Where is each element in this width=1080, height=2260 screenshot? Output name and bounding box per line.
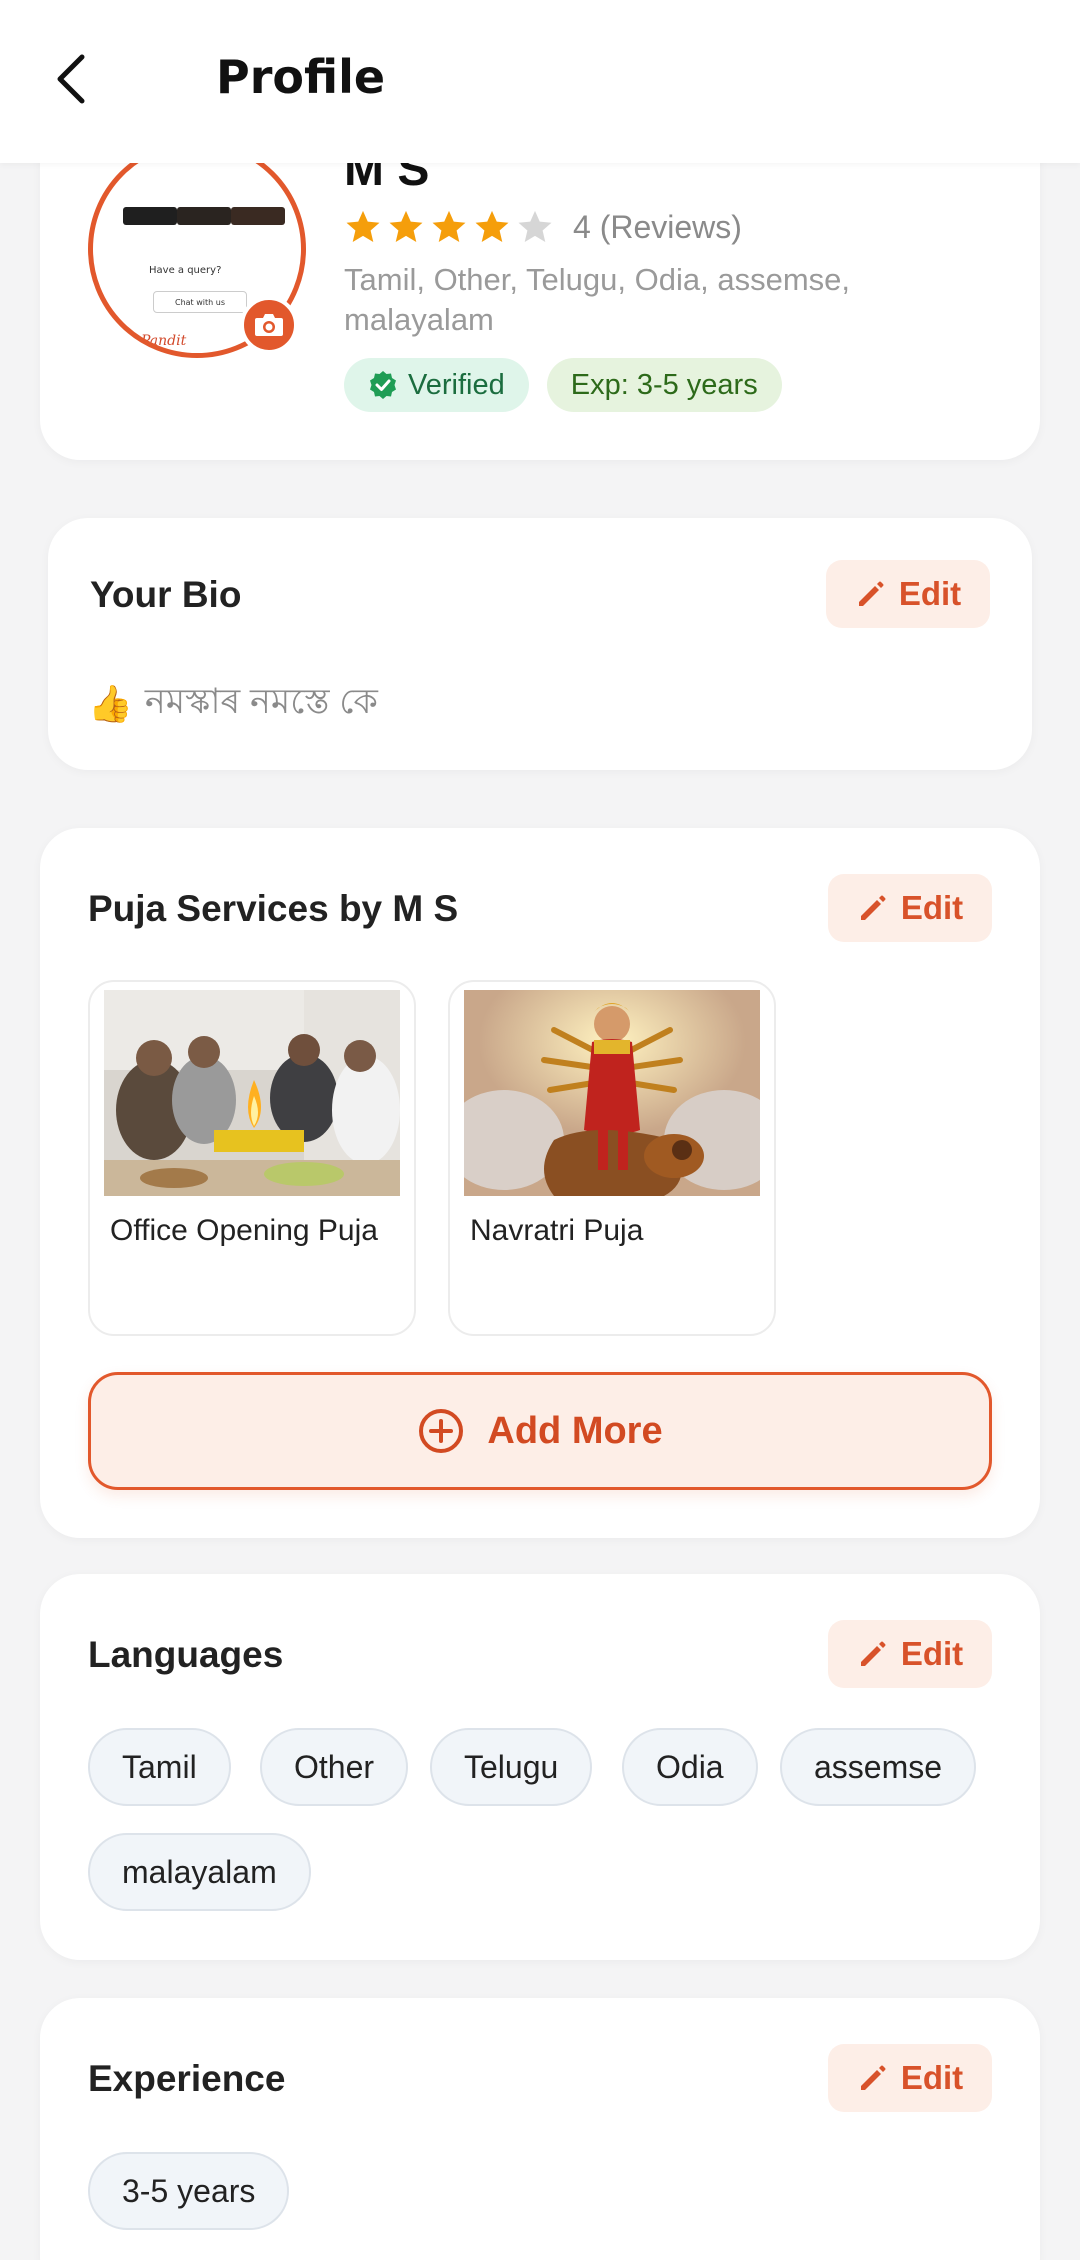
star-filled-icon [389, 210, 423, 243]
puja-item-office-opening[interactable]: Office Opening Puja [88, 980, 416, 1336]
avatar-preview-query: Have a query? [149, 265, 222, 276]
language-chip-odia: Odia [622, 1728, 758, 1806]
languages-title: Languages [88, 1634, 284, 1675]
profile-badges: Verified Exp: 3-5 years [344, 358, 782, 412]
page-title: Profile [216, 50, 386, 104]
star-rating [344, 208, 559, 246]
experience-card: Experience Edit 3-5 years [40, 1998, 1040, 2260]
experience-title: Experience [88, 2058, 286, 2099]
verified-badge: Verified [344, 358, 529, 412]
profile-languages: Tamil, Other, Telugu, Odia, assemse, mal… [344, 262, 850, 337]
back-button[interactable] [40, 44, 100, 114]
star-filled-icon [475, 210, 509, 243]
thumbs-up-icon: 👍 [88, 682, 133, 724]
puja-image-office-opening [104, 990, 400, 1196]
language-chip-telugu: Telugu [430, 1728, 593, 1806]
pencil-icon [858, 581, 884, 606]
edit-bio-button[interactable]: Edit [826, 560, 990, 628]
pencil-icon [860, 2065, 886, 2090]
avatar-preview-brand: Pandit [141, 333, 187, 349]
change-photo-button[interactable] [240, 296, 298, 354]
add-more-button[interactable]: Add More [88, 1372, 992, 1490]
verified-check-icon [370, 371, 396, 399]
language-chip-assemse: assemse [780, 1728, 977, 1806]
language-chip-tamil: Tamil [88, 1728, 231, 1806]
edit-label: Edit [900, 889, 964, 926]
back-arrow-icon [57, 54, 85, 104]
pencil-icon [860, 895, 886, 920]
rating-row: 4 (Reviews) [344, 208, 742, 246]
avatar-preview-thumb [231, 207, 285, 225]
edit-label: Edit [900, 2059, 964, 2096]
add-more-label: Add More [487, 1409, 663, 1452]
bio-content: নমস্কাৰ নমস্তে কে [144, 682, 378, 721]
puja-item-name: Navratri Puja [470, 1214, 644, 1247]
bio-text: 👍 নমস্কাৰ নমস্তে কে [88, 674, 378, 733]
star-filled-icon [432, 210, 466, 243]
puja-image-navratri [464, 990, 760, 1196]
puja-item-navratri[interactable]: Navratri Puja [448, 980, 776, 1336]
puja-title: Puja Services by M S [88, 888, 459, 929]
star-empty-icon [518, 210, 552, 243]
app-header: Profile [0, 0, 1080, 163]
language-chip-malayalam: malayalam [88, 1833, 311, 1911]
avatar-preview-thumb [123, 207, 177, 225]
edit-languages-button[interactable]: Edit [828, 1620, 992, 1688]
avatar-preview-thumb [177, 207, 231, 225]
puja-item-name: Office Opening Puja [110, 1214, 378, 1247]
bio-title: Your Bio [90, 574, 242, 615]
languages-card: Languages Edit Tamil Other Telugu Odia a… [40, 1574, 1040, 1960]
verified-label: Verified [408, 368, 505, 401]
plus-circle-icon [419, 1409, 464, 1453]
puja-services-card: Puja Services by M S Edit Office Opening… [40, 828, 1040, 1538]
experience-badge: Exp: 3-5 years [546, 358, 782, 412]
experience-badge-label: Exp: 3-5 years [570, 368, 758, 401]
edit-puja-button[interactable]: Edit [828, 874, 992, 942]
bio-card: Your Bio Edit 👍 নমস্কাৰ নমস্তে কে [48, 518, 1032, 770]
language-chip-other: Other [260, 1728, 409, 1806]
reviews-count[interactable]: 4 (Reviews) [573, 209, 742, 246]
edit-label: Edit [900, 1635, 964, 1672]
pencil-icon [860, 1641, 886, 1666]
camera-icon [255, 314, 283, 336]
star-filled-icon [346, 210, 380, 243]
avatar-preview-chat: Chat with us [153, 291, 247, 313]
edit-label: Edit [898, 575, 962, 612]
experience-chip: 3-5 years [88, 2152, 290, 2230]
edit-experience-button[interactable]: Edit [828, 2044, 992, 2112]
